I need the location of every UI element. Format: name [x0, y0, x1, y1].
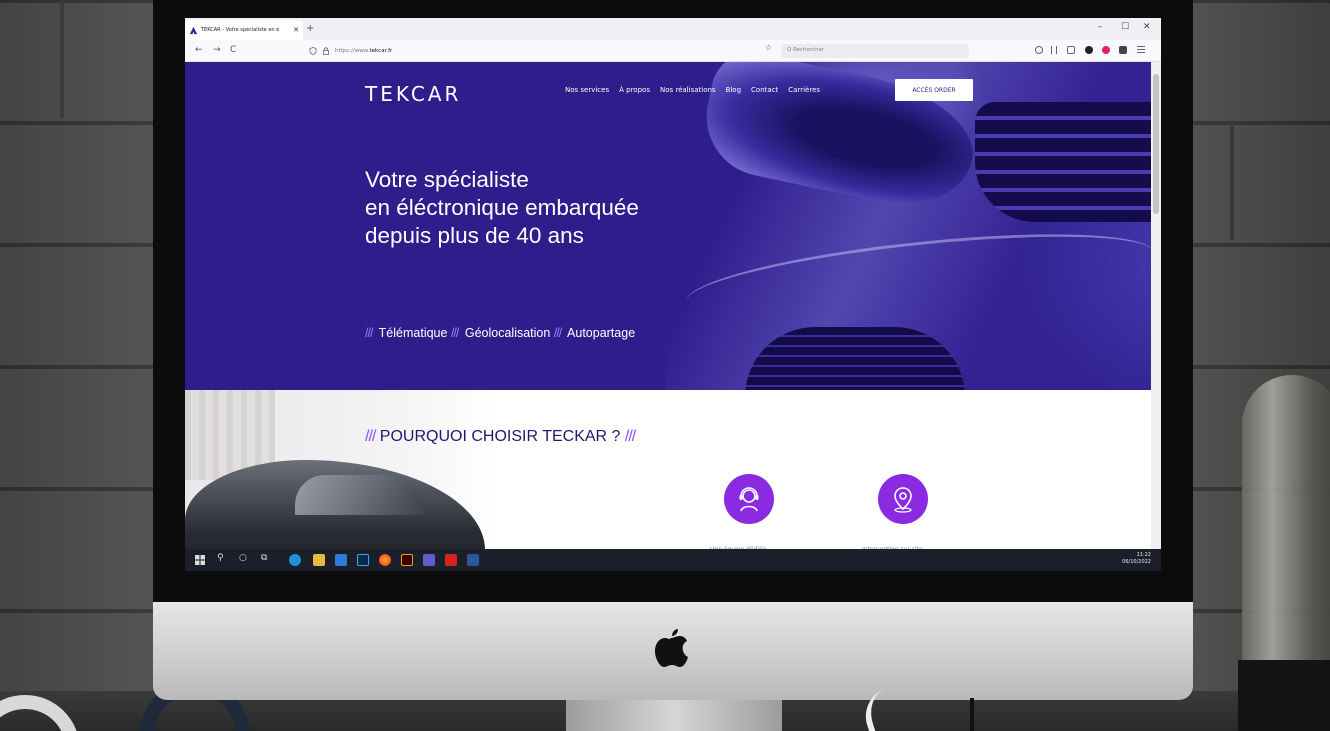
main-nav: Nos services À propos Nos réalisations B… [565, 86, 820, 94]
nav-item-contact[interactable]: Contact [751, 86, 778, 94]
hero-title-line: depuis plus de 40 ans [365, 223, 584, 248]
taskbar-clock[interactable]: 11:22 06/10/2022 [1122, 552, 1151, 566]
apple-logo-icon [655, 629, 688, 667]
cortana-icon[interactable]: ○ [239, 553, 247, 563]
site-logo[interactable]: TEKCAR [365, 82, 461, 106]
maximize-icon[interactable]: ☐ [1121, 22, 1129, 32]
location-pin-icon [878, 474, 928, 524]
slash-divider: /// [624, 428, 636, 445]
car-window [295, 475, 425, 515]
tekcar-favicon-icon [189, 26, 198, 34]
brick-joint [1230, 122, 1234, 240]
slash-divider: /// [365, 428, 376, 445]
task-view-icon[interactable]: ⧉ [261, 553, 267, 563]
extension-icon[interactable] [1102, 46, 1110, 54]
hero-tagline: /// Télématique /// Géolocalisation /// … [365, 326, 635, 340]
shield-icon [309, 47, 317, 55]
tagline-item: Télématique [378, 326, 448, 340]
nav-item-careers[interactable]: Carrières [788, 86, 820, 94]
teams-icon[interactable] [423, 554, 435, 566]
why-section: /// POURQUOI CHOISIR TECKAR ? /// Une éq… [185, 390, 1151, 571]
slash-divider: /// [365, 326, 373, 340]
hero-title: Votre spécialiste en éléctronique embarq… [365, 166, 745, 250]
sidebar-icon[interactable] [1067, 46, 1075, 54]
bookmark-star-icon[interactable]: ☆ [765, 43, 772, 52]
windows-taskbar: ⚲ ○ ⧉ 11:22 06/10/2022 [185, 549, 1161, 571]
firefox-icon[interactable] [379, 554, 391, 566]
section-title: /// POURQUOI CHOISIR TECKAR ? /// [365, 428, 636, 446]
photoshop-icon[interactable] [357, 554, 369, 566]
edge-icon[interactable] [289, 554, 301, 566]
headset-agent-icon [724, 474, 774, 524]
hero-title-line: en éléctronique embarquée [365, 195, 639, 220]
minimize-icon[interactable]: – [1098, 22, 1103, 32]
tab-close-icon[interactable]: ✕ [293, 26, 299, 34]
nav-item-about[interactable]: À propos [619, 86, 650, 94]
scrollbar-thumb[interactable] [1153, 74, 1159, 214]
section-car-photo [185, 390, 495, 571]
url-domain: tekcar.fr [369, 48, 393, 54]
tagline-item: Autopartage [567, 326, 636, 340]
windows-start-icon[interactable] [195, 555, 205, 565]
hero-section: TEKCAR Nos services À propos Nos réalisa… [185, 62, 1151, 390]
imac-stand [566, 700, 782, 731]
clock-time: 11:22 [1136, 552, 1151, 558]
account-icon[interactable] [1085, 46, 1093, 54]
nav-item-services[interactable]: Nos services [565, 86, 609, 94]
reload-icon[interactable]: C [230, 45, 236, 55]
file-explorer-icon[interactable] [313, 554, 325, 566]
new-tab-icon[interactable]: + [306, 23, 314, 34]
slash-divider: /// [553, 326, 562, 340]
acrobat-icon[interactable] [445, 554, 457, 566]
illustrator-icon[interactable] [401, 554, 413, 566]
outlook-icon[interactable] [335, 554, 347, 566]
browser-tab-bar: TEKCAR - Votre spécialiste en é ✕ + – ☐ … [185, 18, 1161, 40]
back-icon[interactable]: ← [195, 45, 203, 55]
browser-tab[interactable]: TEKCAR - Votre spécialiste en é ✕ [185, 20, 303, 40]
brick-joint [60, 0, 64, 118]
url-text: https://www.tekcar.fr [335, 48, 392, 54]
clock-date: 06/10/2022 [1122, 559, 1151, 565]
slash-divider: /// [450, 326, 459, 340]
cable-black [970, 698, 974, 731]
page-scrollbar[interactable] [1151, 62, 1161, 571]
tab-title: TEKCAR - Votre spécialiste en é [201, 27, 280, 33]
menu-icon[interactable] [1137, 46, 1145, 54]
lock-icon [323, 47, 329, 55]
pocket-icon[interactable] [1035, 46, 1043, 54]
search-input[interactable]: Q Rechercher [781, 44, 969, 58]
close-window-icon[interactable]: ✕ [1143, 22, 1151, 32]
url-prefix: https://www. [335, 48, 370, 54]
imac-screen: TEKCAR - Votre spécialiste en é ✕ + – ☐ … [185, 18, 1161, 571]
section-title-text: POURQUOI CHOISIR TECKAR ? [379, 428, 621, 445]
extensions-puzzle-icon[interactable] [1119, 46, 1127, 54]
hero-title-line: Votre spécialiste [365, 167, 529, 192]
word-icon[interactable] [467, 554, 479, 566]
forward-icon[interactable]: → [213, 45, 221, 55]
search-icon[interactable]: ⚲ [217, 553, 224, 563]
lamp-base [1238, 660, 1330, 731]
tagline-item: Géolocalisation [464, 326, 551, 340]
nav-item-realisations[interactable]: Nos réalisations [660, 86, 716, 94]
car-grille [975, 102, 1151, 222]
browser-toolbar: ← → C https://www.tekcar.fr [185, 40, 1161, 62]
library-icon[interactable] [1051, 46, 1057, 54]
order-access-button[interactable]: ACCÈS ORDER [895, 79, 973, 101]
nav-item-blog[interactable]: Blog [726, 86, 741, 94]
